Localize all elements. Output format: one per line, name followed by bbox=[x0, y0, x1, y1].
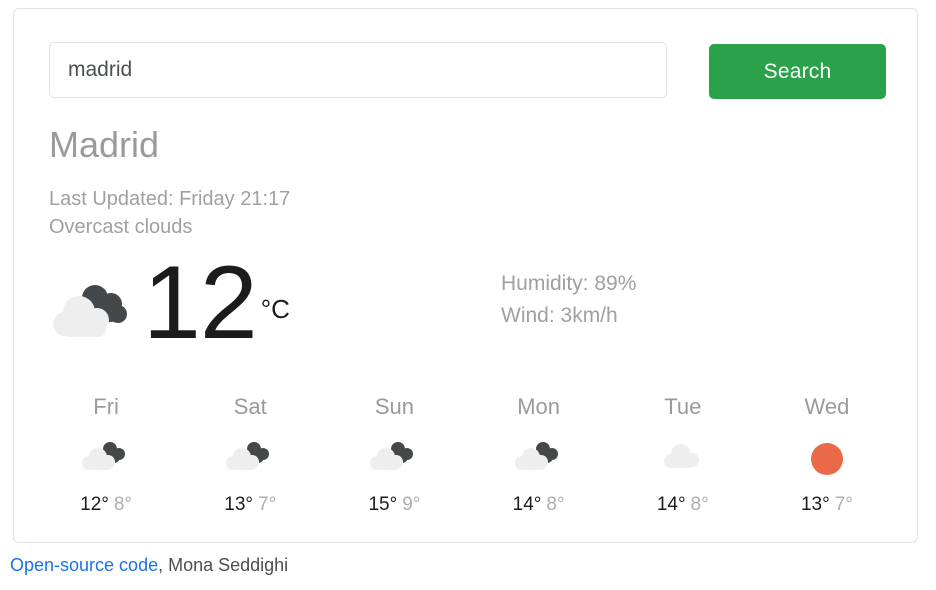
forecast-low: 7° bbox=[834, 494, 853, 515]
forecast-temps: 15° 9° bbox=[322, 494, 466, 516]
forecast-icon-wrap bbox=[322, 434, 466, 482]
humidity-text: Humidity: 89% bbox=[501, 272, 637, 295]
forecast-icon-wrap bbox=[755, 434, 899, 482]
forecast-day-label: Wed bbox=[804, 394, 850, 419]
forecast-low: 8° bbox=[113, 494, 133, 515]
forecast-icon-wrap bbox=[34, 434, 178, 482]
city-name: Madrid bbox=[49, 124, 160, 165]
forecast-high: 15° bbox=[368, 494, 398, 515]
current-details: Humidity: 89% Wind: 3km/h bbox=[501, 268, 636, 331]
footer-author: , Mona Seddighi bbox=[158, 555, 289, 575]
search-button[interactable]: Search bbox=[709, 44, 886, 99]
forecast-high: 14° bbox=[656, 494, 686, 515]
overcast-clouds-icon bbox=[49, 272, 135, 358]
weather-description: Overcast clouds bbox=[49, 216, 193, 238]
forecast-high: 14° bbox=[512, 494, 542, 515]
temperature-unit: °C bbox=[260, 294, 290, 325]
forecast-temps: 13° 7° bbox=[178, 494, 322, 516]
current-conditions: 12 °C Humidity: 89% Wind: 3km/h bbox=[49, 251, 884, 364]
last-updated-text: Last Updated: Friday 21:17 bbox=[49, 188, 291, 210]
current-temperature-group: 12 °C bbox=[49, 251, 290, 358]
broken-clouds-icon bbox=[368, 438, 420, 478]
forecast-day: Sun 15° 9° bbox=[322, 394, 466, 516]
wind-text: Wind: 3km/h bbox=[501, 303, 618, 327]
forecast-icon-wrap bbox=[467, 434, 611, 482]
forecast-low: 7° bbox=[258, 494, 277, 515]
forecast-day-label: Fri bbox=[93, 394, 119, 419]
forecast-high: 13° bbox=[800, 494, 830, 515]
forecast-day-label: Tue bbox=[664, 394, 702, 419]
forecast-temps: 14° 8° bbox=[611, 494, 755, 516]
current-temperature-value: 12 bbox=[143, 245, 258, 361]
broken-clouds-icon bbox=[513, 438, 565, 478]
forecast-icon-wrap bbox=[178, 434, 322, 482]
forecast-high: 12° bbox=[80, 494, 109, 515]
forecast-day-label: Mon bbox=[517, 394, 560, 419]
forecast-low: 8° bbox=[690, 494, 709, 515]
forecast-temps: 12° 8° bbox=[34, 494, 178, 516]
forecast-day-label: Sun bbox=[374, 394, 414, 419]
broken-clouds-icon bbox=[80, 438, 132, 478]
forecast-day: Tue 14° 8° bbox=[611, 394, 755, 516]
forecast-icon-wrap bbox=[611, 434, 755, 482]
forecast-day: Mon 14° 8° bbox=[467, 394, 611, 516]
forecast-day: Wed 13° 7° bbox=[755, 394, 899, 516]
forecast-row: Fri 12° 8° Sat 13° 7° Sun 15° 9° Mon 14°… bbox=[34, 394, 899, 516]
broken-clouds-icon bbox=[224, 438, 276, 478]
forecast-day: Fri 12° 8° bbox=[34, 394, 178, 516]
forecast-low: 9° bbox=[402, 494, 421, 515]
forecast-day-label: Sat bbox=[233, 394, 267, 419]
forecast-day: Sat 13° 7° bbox=[178, 394, 322, 516]
forecast-temps: 13° 7° bbox=[755, 494, 899, 516]
weather-app: Search Madrid Last Updated: Friday 21:17… bbox=[0, 0, 936, 590]
search-row: Search bbox=[49, 42, 886, 99]
footer: Open-source code, Mona Seddighi bbox=[10, 555, 288, 576]
open-source-code-link[interactable]: Open-source code bbox=[10, 555, 158, 575]
search-input[interactable] bbox=[49, 42, 667, 98]
clear-sky-icon bbox=[801, 438, 853, 478]
forecast-temps: 14° 8° bbox=[467, 494, 611, 516]
forecast-high: 13° bbox=[224, 494, 254, 515]
weather-card: Search Madrid Last Updated: Friday 21:17… bbox=[13, 8, 918, 543]
forecast-low: 8° bbox=[546, 494, 565, 515]
clouds-icon bbox=[657, 438, 709, 478]
current-temperature: 12 °C bbox=[143, 251, 290, 355]
